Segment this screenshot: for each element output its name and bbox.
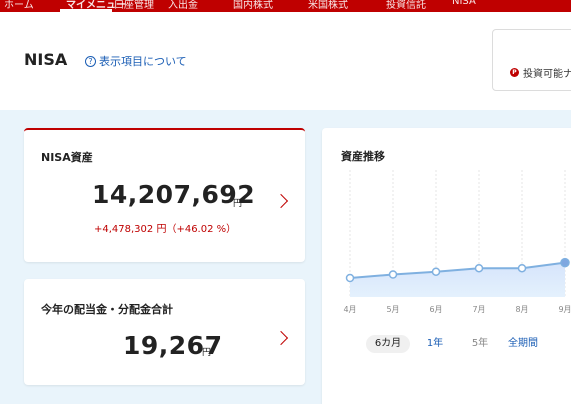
- x-tick-label: 8月: [515, 305, 528, 314]
- data-point[interactable]: [431, 267, 441, 276]
- x-tick-label: 7月: [472, 305, 485, 314]
- period-button-1[interactable]: 1年: [422, 335, 448, 353]
- x-tick-label: 9月: [558, 305, 571, 314]
- x-tick-label: 5月: [386, 305, 399, 314]
- period-button-2[interactable]: 5年: [466, 335, 494, 353]
- x-tick-label: 4月: [343, 305, 356, 314]
- data-point[interactable]: [560, 257, 570, 268]
- data-point[interactable]: [388, 270, 398, 279]
- x-tick-label: 6月: [429, 305, 442, 314]
- data-point[interactable]: [345, 273, 355, 283]
- period-button-3[interactable]: 全期間: [500, 335, 546, 353]
- data-point[interactable]: [474, 263, 484, 273]
- period-button-0[interactable]: 6カ月: [366, 335, 410, 353]
- data-point[interactable]: [517, 263, 527, 273]
